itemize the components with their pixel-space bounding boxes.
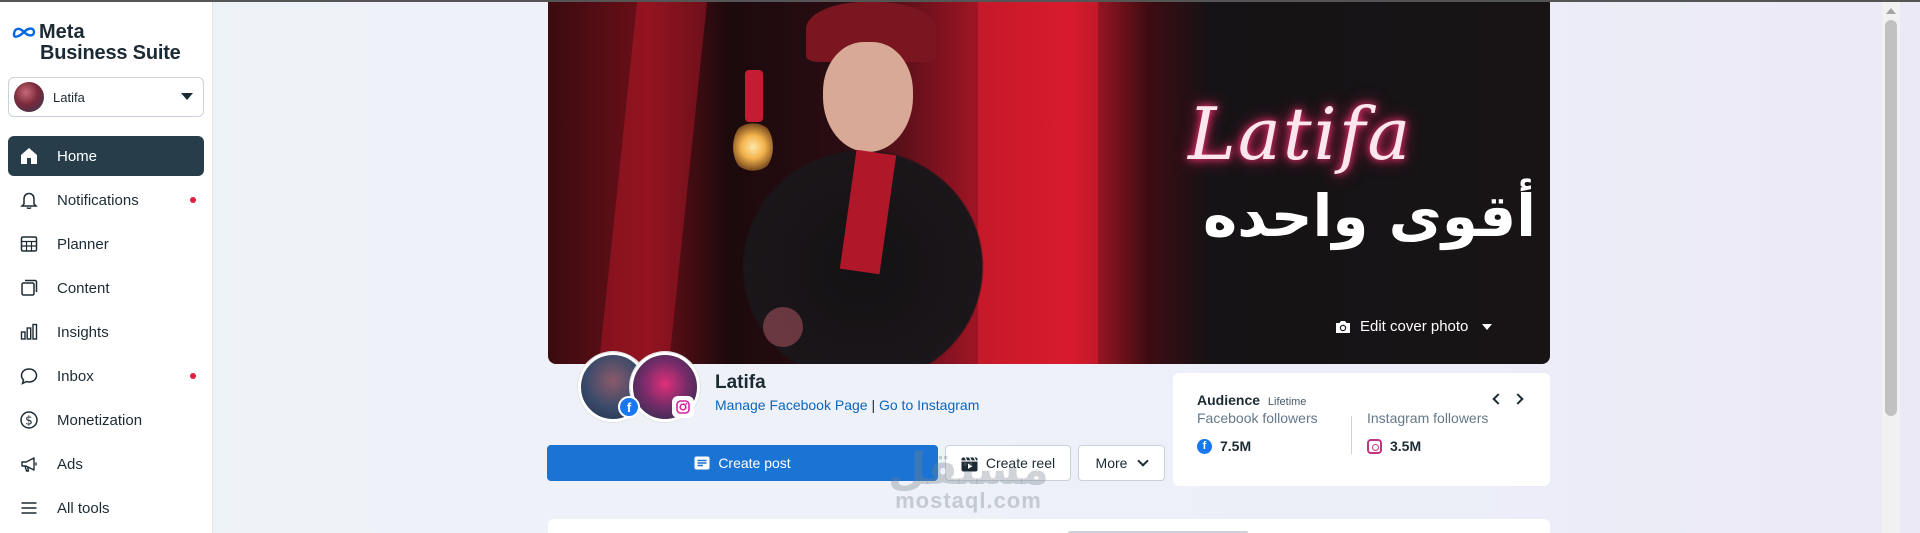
link-separator: |: [871, 397, 876, 413]
sidebar-item-inbox[interactable]: Inbox: [8, 356, 204, 396]
sidebar-item-label: Ads: [57, 455, 83, 473]
sidebar-nav: Home Notifications Planner Content Insig…: [8, 136, 204, 532]
audience-pager: [1492, 391, 1524, 405]
camera-icon: [1336, 320, 1350, 333]
sidebar-item-monetization[interactable]: $ Monetization: [8, 400, 204, 440]
sidebar-item-content[interactable]: Content: [8, 268, 204, 308]
menu-icon: [18, 497, 40, 519]
manage-facebook-page-link[interactable]: Manage Facebook Page: [715, 397, 868, 413]
account-switcher[interactable]: Latifa: [8, 77, 204, 117]
svg-text:$: $: [25, 413, 33, 427]
home-icon: [18, 145, 40, 167]
profile-pictures: f: [578, 352, 700, 424]
sidebar-item-label: Insights: [57, 323, 109, 341]
watermark-arabic: مستقل: [888, 444, 1049, 495]
chevron-left-icon[interactable]: [1492, 393, 1504, 405]
meta-infinity-icon: [12, 27, 36, 38]
facebook-followers-stat: Facebook followers f 7.5M: [1197, 410, 1318, 454]
page-links: Manage Facebook Page | Go to Instagram: [715, 397, 979, 413]
content-icon: [18, 277, 40, 299]
sidebar-item-label: Monetization: [57, 411, 143, 429]
instagram-followers-value: 3.5M: [1390, 438, 1422, 454]
meta-business-suite-logo[interactable]: Meta Business Suite: [12, 22, 181, 64]
create-post-label: Create post: [718, 455, 791, 471]
cover-light-beam: [598, 2, 708, 364]
post-icon: [694, 456, 710, 470]
sidebar-item-home[interactable]: Home: [8, 136, 204, 176]
bar-chart-icon: [18, 321, 40, 343]
notification-dot: [190, 373, 196, 379]
account-avatar: [14, 82, 44, 112]
sidebar-item-label: Home: [57, 147, 98, 165]
caret-down-icon: [181, 93, 193, 100]
cover-bulb-socket: [745, 70, 763, 122]
cover-arabic-title: أقوى واحده: [1203, 182, 1537, 250]
audience-card: Audience Lifetime Facebook followers f 7…: [1173, 373, 1550, 486]
mostaql-watermark: مستقل mostaql.com: [888, 448, 1049, 514]
megaphone-icon: [18, 453, 40, 475]
scrollbar-thumb[interactable]: [1885, 20, 1897, 416]
dollar-icon: $: [18, 409, 40, 431]
sidebar-item-notifications[interactable]: Notifications: [8, 180, 204, 220]
sidebar-item-planner[interactable]: Planner: [8, 224, 204, 264]
chat-bubble-icon: [18, 365, 40, 387]
more-label: More: [1095, 455, 1128, 471]
account-name: Latifa: [53, 89, 85, 105]
logo-meta-text: Meta: [39, 21, 85, 43]
sidebar-item-label: Inbox: [57, 367, 94, 385]
go-to-instagram-link[interactable]: Go to Instagram: [879, 397, 979, 413]
logo-product-text: Business Suite: [40, 42, 181, 64]
chevron-down-icon: [1137, 455, 1150, 467]
facebook-icon: f: [618, 396, 640, 418]
facebook-followers-value: 7.5M: [1220, 438, 1252, 454]
bell-icon: [18, 189, 40, 211]
page-name: Latifa: [715, 372, 766, 393]
instagram-followers-label: Instagram followers: [1367, 410, 1489, 426]
caret-down-icon: [1482, 323, 1493, 330]
sidebar-item-all-tools[interactable]: All tools: [8, 488, 204, 528]
sidebar-item-insights[interactable]: Insights: [8, 312, 204, 352]
cover-glow: [763, 307, 803, 347]
calendar-icon: [18, 233, 40, 255]
sidebar-item-label: Planner: [57, 235, 109, 253]
sidebar-item-ads[interactable]: Ads: [8, 444, 204, 484]
audience-title: Audience Lifetime: [1197, 392, 1306, 408]
light-bulb-icon: [733, 120, 773, 174]
facebook-icon: f: [1197, 438, 1212, 454]
instagram-icon: [1367, 438, 1382, 454]
sidebar-item-label: All tools: [57, 499, 110, 517]
audience-title-text: Audience: [1197, 392, 1261, 408]
cover-face: [823, 42, 913, 152]
chevron-right-icon[interactable]: [1512, 393, 1524, 405]
more-dropdown-button[interactable]: More: [1078, 445, 1165, 481]
page-scrollbar[interactable]: [1882, 2, 1900, 533]
scroll-up-arrow-icon[interactable]: [1886, 8, 1896, 14]
sidebar-item-label: Content: [57, 279, 110, 297]
sidebar-item-label: Notifications: [57, 191, 139, 209]
create-post-button[interactable]: Create post: [547, 445, 938, 481]
audience-subtitle: Lifetime: [1267, 396, 1307, 408]
watermark-latin: mostaql.com: [895, 488, 1042, 513]
instagram-followers-stat: Instagram followers 3.5M: [1367, 410, 1488, 454]
notification-dot: [190, 197, 196, 203]
edit-cover-label: Edit cover photo: [1360, 318, 1469, 335]
edit-cover-photo-button[interactable]: Edit cover photo: [1334, 318, 1493, 335]
feed-card: [548, 519, 1550, 533]
instagram-icon: [672, 396, 694, 418]
sidebar: Meta Business Suite Latifa Home Notifica…: [0, 2, 213, 533]
audience-divider: [1351, 416, 1352, 454]
facebook-followers-label: Facebook followers: [1197, 410, 1318, 426]
cover-photo: Latifa أقوى واحده Edit cover photo: [548, 2, 1550, 364]
cover-script-title: Latifa: [1188, 92, 1413, 176]
